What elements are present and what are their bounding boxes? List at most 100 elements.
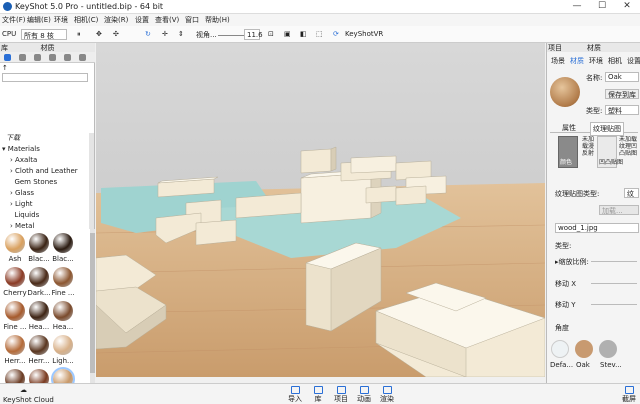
- project-panel-small-label: 项目: [548, 44, 562, 52]
- project-icon: [336, 386, 346, 394]
- swatch-oak[interactable]: [575, 340, 593, 358]
- material-thumbnail-label: Fine ...: [3, 323, 27, 331]
- tab-environment[interactable]: 环境: [587, 56, 605, 66]
- tab-material[interactable]: 材质: [568, 56, 586, 66]
- import-icon: [290, 386, 300, 394]
- material-thumbnail[interactable]: [5, 267, 25, 287]
- material-thumbnail[interactable]: [5, 335, 25, 355]
- color-slot-label: 颜色: [560, 159, 573, 166]
- swatch-default[interactable]: [551, 340, 569, 358]
- screenshot-button[interactable]: 截屏: [618, 384, 640, 404]
- menu-camera[interactable]: 相机(C): [74, 15, 98, 25]
- favorites-tab-icon[interactable]: [79, 54, 86, 61]
- material-preview-sphere: [550, 77, 580, 107]
- material-thumbnail-label: Cherry: [3, 289, 27, 297]
- tab-scene[interactable]: 场景: [549, 56, 567, 66]
- tab-settings[interactable]: 设置: [625, 56, 640, 66]
- tree-item[interactable]: 下载: [0, 133, 92, 144]
- import-button[interactable]: 导入: [284, 384, 306, 404]
- material-name-field[interactable]: Oak: [605, 72, 639, 82]
- save-to-library-button[interactable]: 保存到库: [605, 89, 639, 99]
- pan-icon[interactable]: ✛: [162, 30, 168, 38]
- tree-item[interactable]: › Cloth and Leather: [0, 166, 92, 177]
- library-search-input[interactable]: [2, 73, 88, 82]
- tree-item[interactable]: ▾ Materials: [0, 144, 92, 155]
- textures-tab-icon[interactable]: [34, 54, 41, 61]
- menu-help[interactable]: 帮助(H): [205, 15, 230, 25]
- material-type-dropdown[interactable]: 塑料: [605, 105, 639, 115]
- material-thumbnail[interactable]: [29, 335, 49, 355]
- menu-settings[interactable]: 设置: [135, 15, 149, 25]
- colors-tab-icon[interactable]: [19, 54, 26, 61]
- cloud-icon[interactable]: ☁: [20, 386, 27, 394]
- dolly-icon[interactable]: ⇕: [178, 30, 184, 38]
- perspective-icon[interactable]: ◧: [300, 30, 307, 38]
- expand-icon[interactable]: ↑: [2, 64, 8, 72]
- material-thumbnail-label: Herr...: [4, 357, 26, 365]
- bump-slot-hint: 未加载纹理凹凸贴图: [619, 136, 637, 157]
- material-thumbnail-label: Fine ...: [51, 289, 75, 297]
- map-type-dropdown[interactable]: 纹: [624, 188, 639, 198]
- animation-button[interactable]: 动画: [353, 384, 375, 404]
- material-thumbnail[interactable]: [5, 233, 25, 253]
- menu-environment[interactable]: 环境: [54, 15, 68, 25]
- refresh-icon[interactable]: ↻: [145, 30, 151, 38]
- move-x-slider[interactable]: [591, 283, 637, 284]
- tab-camera[interactable]: 相机: [606, 56, 624, 66]
- menu-render[interactable]: 渲染(R): [104, 15, 128, 25]
- angle-label: 角度: [555, 324, 569, 332]
- keyshot-cloud-label[interactable]: KeyShot Cloud: [3, 396, 54, 404]
- tree-item[interactable]: › Axalta: [0, 155, 92, 166]
- material-thumbnail[interactable]: [29, 233, 49, 253]
- tool-icon[interactable]: ✥: [96, 30, 102, 38]
- material-thumbnail[interactable]: [29, 301, 49, 321]
- swatch-steel[interactable]: [599, 340, 617, 358]
- maximize-button[interactable]: ☐: [590, 0, 614, 14]
- fov-value[interactable]: 11.6: [244, 29, 263, 40]
- material-thumbnail[interactable]: [53, 267, 73, 287]
- material-thumbnail[interactable]: [5, 301, 25, 321]
- material-thumbnail[interactable]: [53, 301, 73, 321]
- move-icon[interactable]: ✣: [113, 30, 119, 38]
- scale-slider[interactable]: [591, 261, 637, 262]
- fov-slider[interactable]: [218, 35, 244, 36]
- thumbnail-scrollbar[interactable]: [90, 229, 95, 403]
- tab-properties[interactable]: 属性: [562, 123, 576, 133]
- tree-item[interactable]: › Light: [0, 199, 92, 210]
- diffuse-slot[interactable]: 颜色: [558, 136, 578, 168]
- keyshotvr-button[interactable]: KeyShotVR: [345, 30, 383, 38]
- bump-slot[interactable]: 凹凸贴图: [597, 136, 623, 168]
- tree-scrollbar[interactable]: [89, 133, 94, 229]
- texture-file-field[interactable]: wood_1.jpg: [555, 223, 639, 233]
- material-thumbnail[interactable]: [53, 233, 73, 253]
- menu-file[interactable]: 文件(F): [2, 15, 26, 25]
- menu-edit[interactable]: 编辑(E): [27, 15, 51, 25]
- tree-item[interactable]: Liquids: [0, 210, 92, 221]
- thumbnail-scroll-thumb[interactable]: [90, 233, 95, 373]
- cores-dropdown[interactable]: 所有 8 核: [21, 29, 67, 40]
- tree-item[interactable]: Gem Stones: [0, 177, 92, 188]
- close-button[interactable]: ✕: [615, 0, 639, 14]
- environments-tab-icon[interactable]: [49, 54, 56, 61]
- load-texture-button[interactable]: 加载...: [599, 205, 639, 215]
- material-thumbnail[interactable]: [29, 267, 49, 287]
- menu-view[interactable]: 查看(V): [155, 15, 179, 25]
- move-y-slider[interactable]: [591, 304, 637, 305]
- render-button[interactable]: 渲染: [376, 384, 398, 404]
- render-viewport[interactable]: [96, 43, 545, 377]
- menu-window[interactable]: 窗口: [185, 15, 199, 25]
- material-thumbnail[interactable]: [53, 335, 73, 355]
- pause-icon[interactable]: ⏸: [77, 30, 81, 39]
- cpu-label: CPU: [2, 30, 17, 38]
- minimize-button[interactable]: —: [565, 0, 589, 14]
- tree-item[interactable]: › Glass: [0, 188, 92, 199]
- keyshotvr-icon[interactable]: ⟳: [333, 30, 339, 38]
- camera-icon[interactable]: ⊡: [268, 30, 274, 38]
- materials-tab-icon[interactable]: [4, 54, 11, 61]
- project-button[interactable]: 项目: [330, 384, 352, 404]
- lock-icon[interactable]: ⬚: [316, 30, 323, 38]
- library-button[interactable]: 库: [307, 384, 329, 404]
- backplates-tab-icon[interactable]: [64, 54, 71, 61]
- render-region-icon[interactable]: ▣: [284, 30, 291, 38]
- tab-texture-maps[interactable]: 纹理贴图: [590, 122, 624, 136]
